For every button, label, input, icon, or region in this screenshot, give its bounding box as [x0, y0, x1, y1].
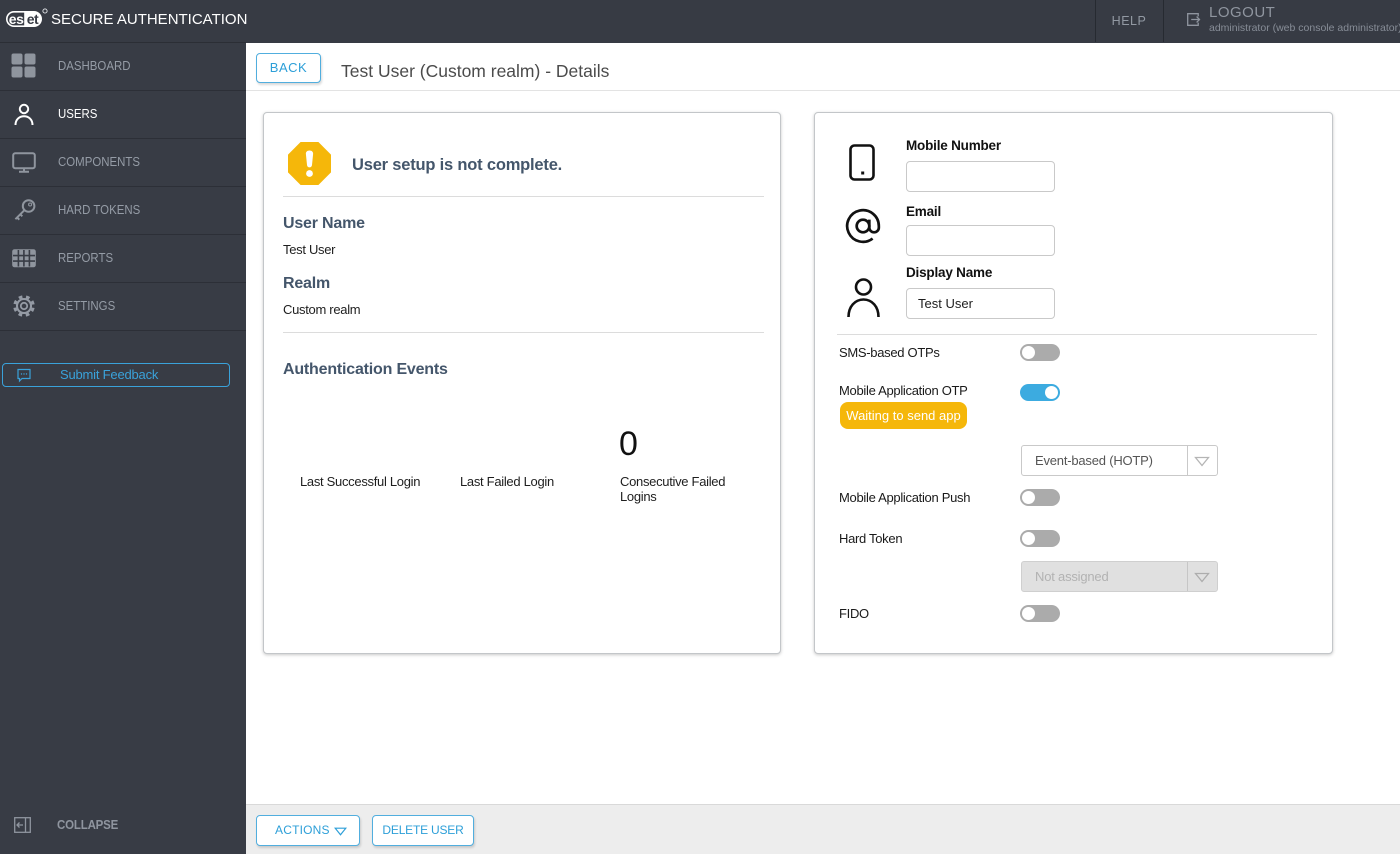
svg-text:et: et: [27, 11, 39, 27]
svg-text:es: es: [9, 11, 24, 27]
